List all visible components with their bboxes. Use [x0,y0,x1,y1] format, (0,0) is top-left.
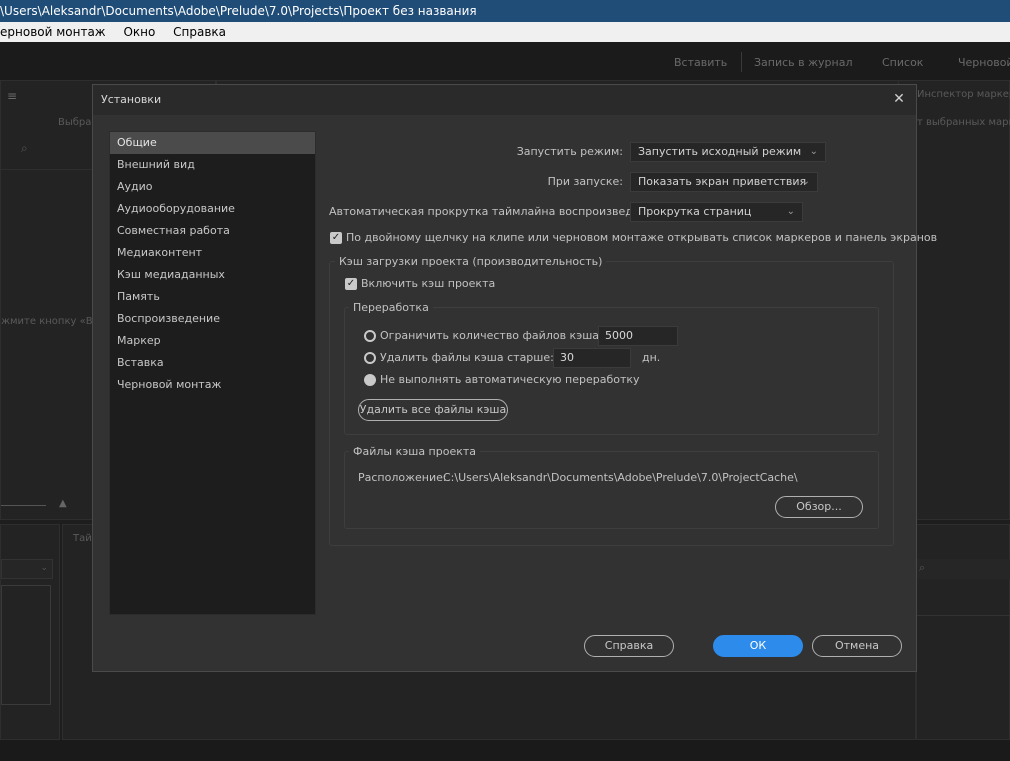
launch-mode-dropdown[interactable]: Запустить исходный режим ⌄ [630,142,826,162]
category-playback[interactable]: Воспроизведение [110,308,315,330]
panel-menu-icon[interactable]: ≡ [7,89,17,103]
close-icon[interactable]: ✕ [890,90,908,108]
category-rough-cut[interactable]: Черновой монтаж [110,374,315,396]
processing-group-title: Переработка [349,301,433,314]
preferences-dialog: Установки ✕ Общие Внешний вид Аудио Ауди… [92,84,937,672]
bottom-right-search[interactable]: ⌕ [917,559,1010,579]
autoscroll-value: Прокрутка страниц [638,205,752,218]
chevron-down-icon: ⌄ [40,563,48,573]
zoom-slider-track[interactable] [1,505,46,506]
zoom-mountain-icon[interactable]: ▲ [59,498,67,509]
category-media-cache[interactable]: Кэш медиаданных [110,264,315,286]
workspace-divider [741,52,742,72]
cache-files-group-title: Файлы кэша проекта [349,445,481,458]
delete-all-cache-button[interactable]: Удалить все файлы кэша [358,399,508,421]
dialog-title-bar: Установки [93,85,916,115]
marker-inspector-title: Инспектор маркеро [917,89,1010,100]
ok-button[interactable]: ОК [713,635,803,657]
status-strip [0,740,1010,761]
panel-hint-text: жмите кнопку «Вст [1,316,104,327]
browse-button[interactable]: Обзор... [775,496,863,518]
cache-location-label: Расположение: [358,471,447,484]
on-startup-value: Показать экран приветствия [638,175,807,188]
dialog-title: Установки [101,93,162,106]
category-marker[interactable]: Маркер [110,330,315,352]
panel-divider [917,615,1010,616]
chevron-down-icon: ⌄ [809,146,818,157]
delete-older-label: Удалить файлы кэша старше: [380,351,554,364]
autoscroll-label: Автоматическая прокрутка таймлайна воспр… [329,205,665,218]
launch-mode-value: Запустить исходный режим [638,145,802,158]
category-collaboration[interactable]: Совместная работа [110,220,315,242]
timeline-tab[interactable]: Тай [73,533,92,544]
help-button[interactable]: Справка [584,635,674,657]
workspace-tab-rough-cut[interactable]: Черновой [958,56,1010,69]
limit-files-label: Ограничить количество файлов кэша до [380,329,617,342]
workspace-tab-logging[interactable]: Запись в журнал [754,56,853,69]
limit-files-radio[interactable] [364,330,376,342]
category-memory[interactable]: Память [110,286,315,308]
cache-location-value: C:\Users\Aleksandr\Documents\Adobe\Prelu… [443,471,798,484]
no-auto-radio[interactable] [364,374,376,386]
delete-older-radio[interactable] [364,352,376,364]
launch-mode-label: Запустить режим: [516,145,623,158]
marker-inspector-sub: т выбранных марк [917,117,1010,128]
enable-cache-checkbox[interactable]: ✓ [345,278,357,290]
project-cache-group-title: Кэш загрузки проекта (производительность… [335,255,607,268]
bottom-left-list [1,585,51,705]
delete-older-input[interactable]: 30 [553,348,631,368]
workspace-bar: Вставить Запись в журнал Список Черновой [0,42,1010,80]
search-icon[interactable]: ⌕ [21,141,28,156]
menu-item-window[interactable]: Окно [123,25,155,39]
menu-item-rough-cut[interactable]: ерновой монтаж [0,25,106,39]
category-audio-hardware[interactable]: Аудиооборудование [110,198,315,220]
category-audio[interactable]: Аудио [110,176,315,198]
delete-older-unit: дн. [642,351,661,364]
bottom-left-dropdown[interactable]: ⌄ [1,559,53,579]
workspace-tab-list[interactable]: Список [882,56,923,69]
category-ingest[interactable]: Вставка [110,352,315,374]
menu-item-help[interactable]: Справка [173,25,226,39]
enable-cache-label: Включить кэш проекта [361,277,496,290]
category-list: Общие Внешний вид Аудио Аудиооборудовани… [109,131,316,615]
autoscroll-dropdown[interactable]: Прокрутка страниц ⌄ [630,202,803,222]
category-appearance[interactable]: Внешний вид [110,154,315,176]
bottom-right-panel: ⌕ [916,524,1010,740]
cancel-button[interactable]: Отмена [812,635,902,657]
chevron-down-icon: ⌄ [786,206,795,217]
on-startup-label: При запуске: [547,175,623,188]
chevron-down-icon: ⌄ [801,176,810,187]
on-startup-dropdown[interactable]: Показать экран приветствия ⌄ [630,172,818,192]
dblclick-label: По двойному щелчку на клипе или черновом… [346,231,938,244]
category-media[interactable]: Медиаконтент [110,242,315,264]
category-general[interactable]: Общие [110,132,315,154]
workspace-tab-ingest[interactable]: Вставить [674,56,727,69]
bottom-left-panel: ⌄ [0,524,60,740]
limit-files-input[interactable]: 5000 [598,326,678,346]
window-title-bar: \Users\Aleksandr\Documents\Adobe\Prelude… [0,0,1010,22]
menu-bar: ерновой монтаж Окно Справка [0,22,1010,42]
window-title: \Users\Aleksandr\Documents\Adobe\Prelude… [0,4,477,18]
search-icon: ⌕ [919,561,926,574]
dblclick-checkbox[interactable]: ✓ [330,232,342,244]
no-auto-label: Не выполнять автоматическую переработку [380,373,640,386]
